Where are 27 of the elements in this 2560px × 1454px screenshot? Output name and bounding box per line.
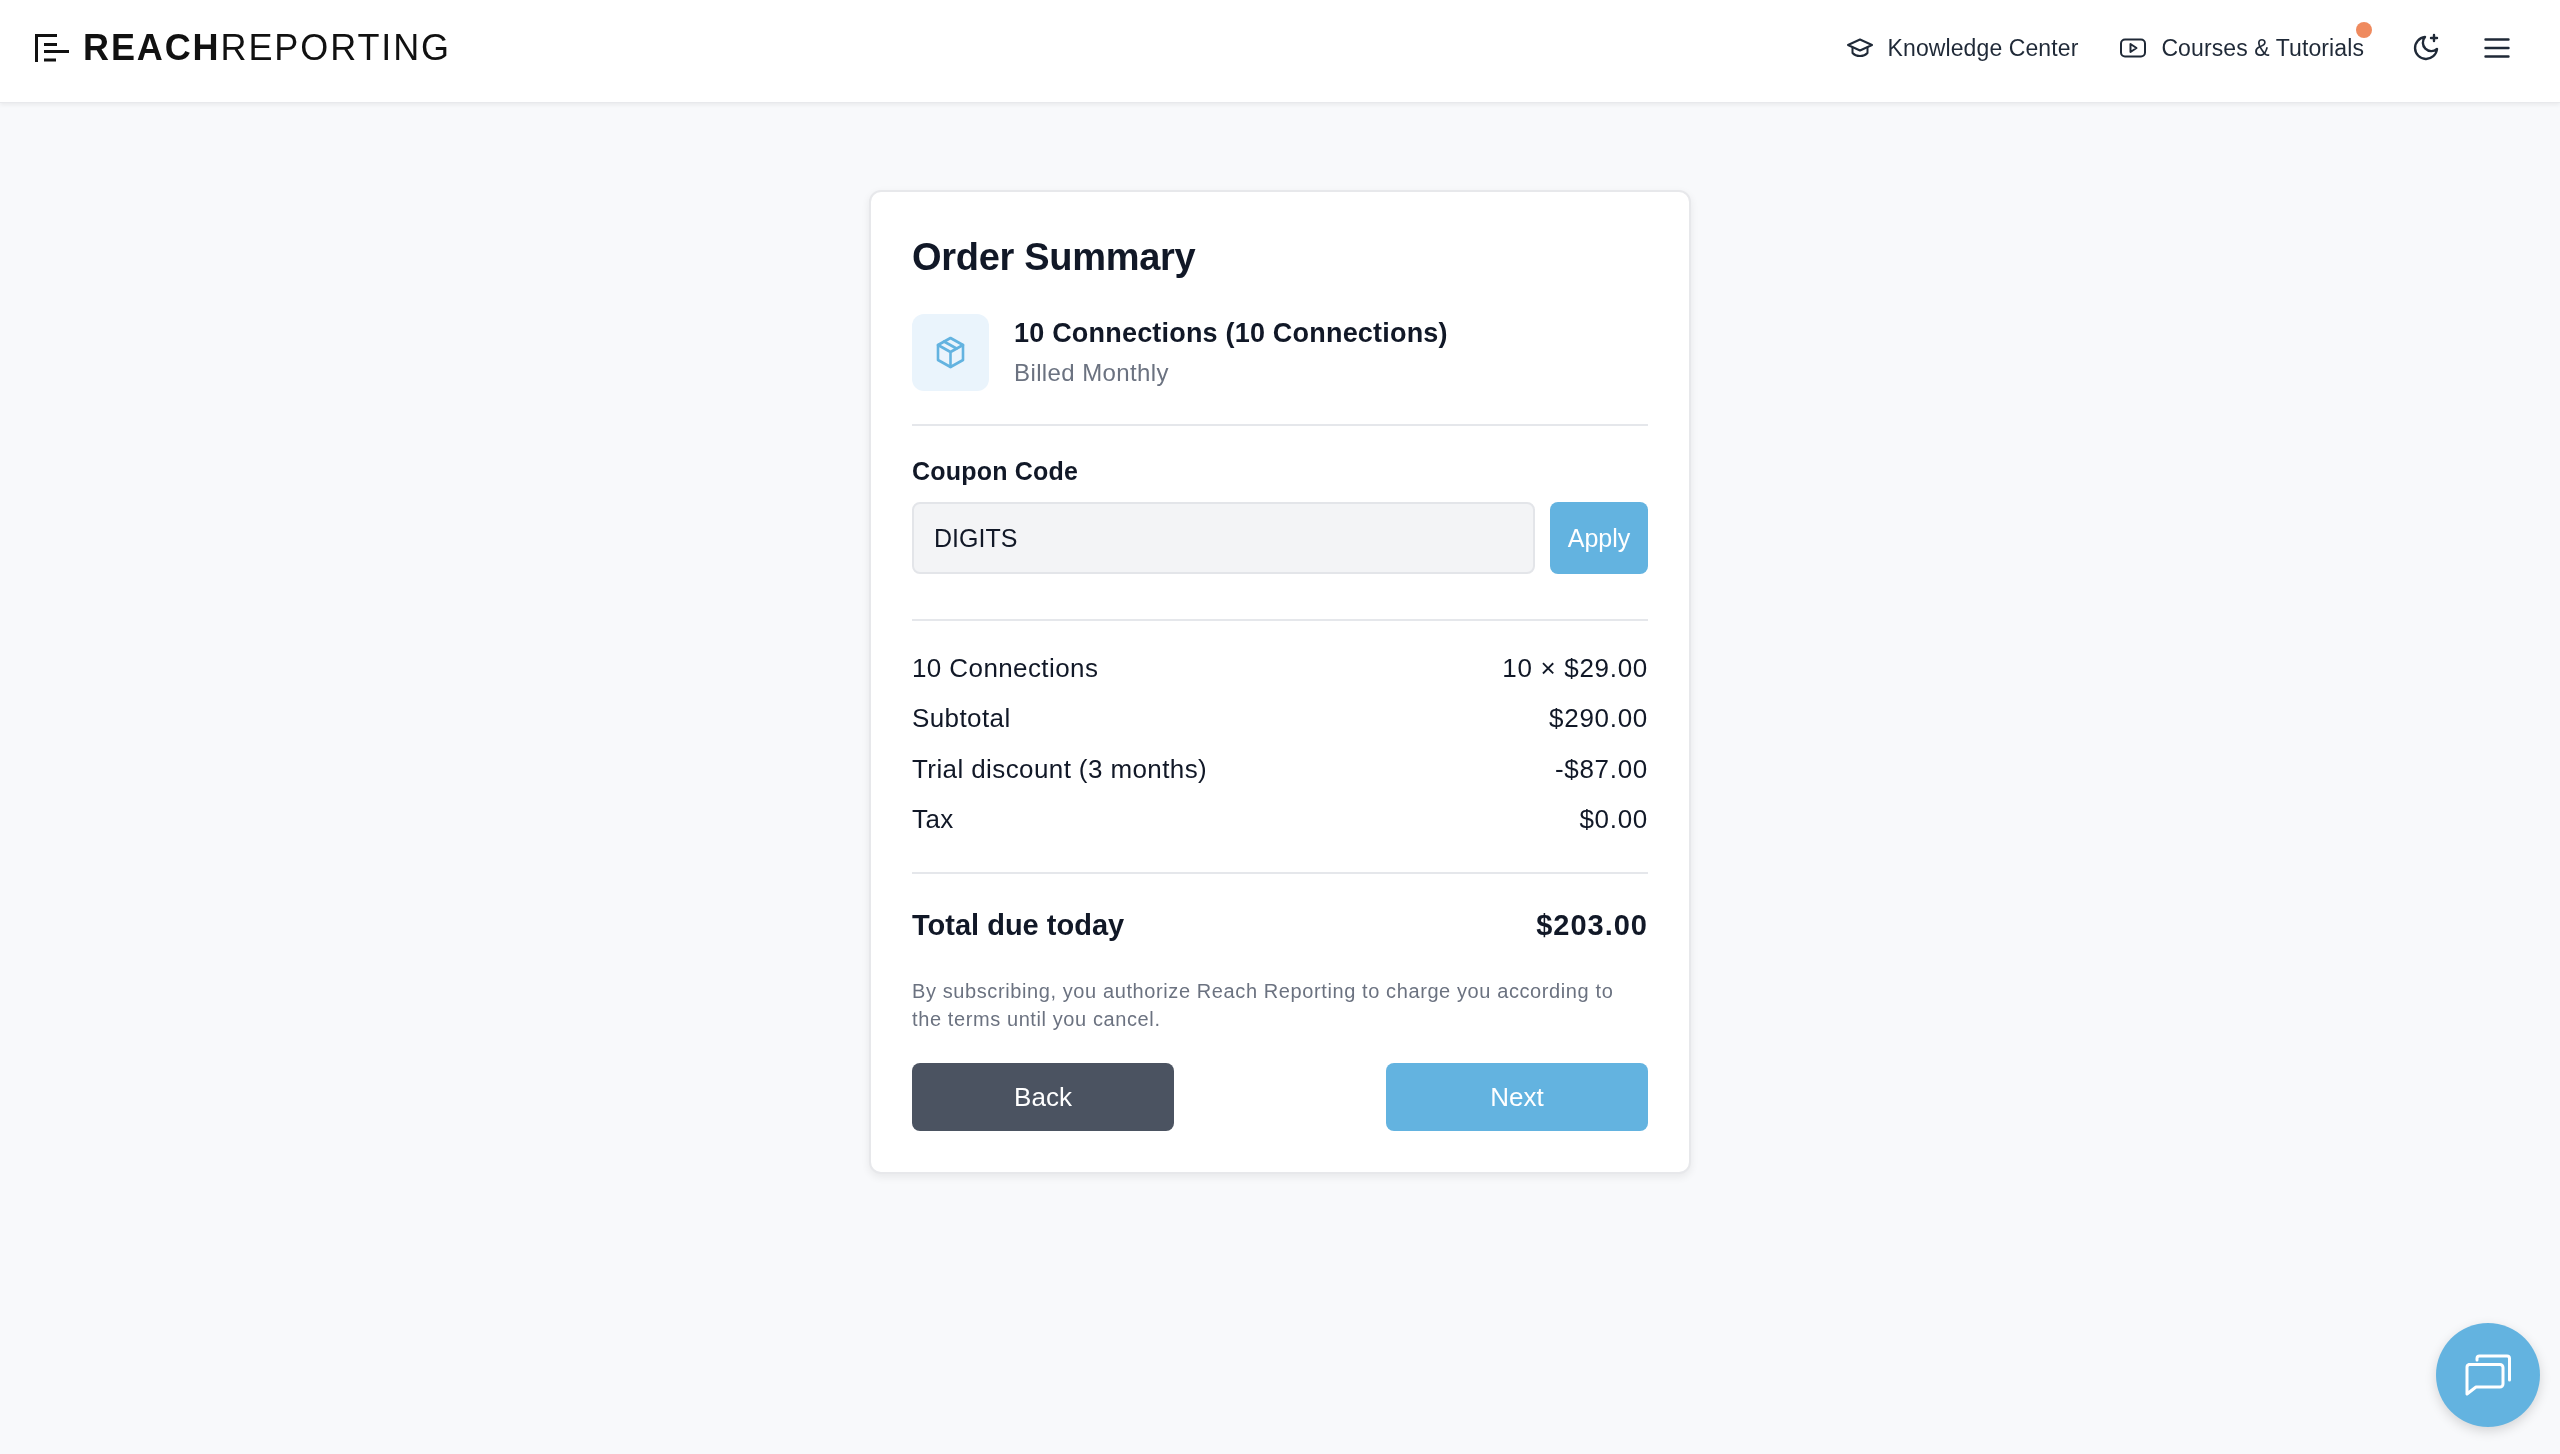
coupon-label: Coupon Code [912, 456, 1080, 486]
back-button[interactable]: Back [912, 1063, 1174, 1131]
card-title: Order Summary [912, 235, 1197, 280]
terms-notice: By subscribing, you authorize Reach Reporting to charge you according to the terms until you cancel. [912, 979, 1615, 1032]
logo-wordmark: REACHREPORTING [83, 30, 451, 66]
line-item-amount: $290.00 [1549, 703, 1648, 735]
nav-link[interactable]: Courses & Tutorials [2120, 34, 2364, 62]
line-item-label: Subtotal [912, 703, 1011, 735]
play-video-icon [2120, 38, 2147, 58]
line-item-label: 10 Connections [912, 652, 1099, 684]
nav-link[interactable]: Knowledge Center [1846, 34, 2079, 62]
total-amount: $203.00 [1536, 908, 1648, 942]
line-item-amount: $0.00 [1579, 804, 1648, 836]
chat-bubbles-icon [2464, 1354, 2512, 1396]
line-item-label: Tax [912, 804, 954, 836]
product-name: 10 Connections (10 Connections) [1014, 317, 1448, 350]
graduation-cap-icon [1846, 38, 1873, 58]
coupon-code-field[interactable]: DIGITS [912, 502, 1535, 574]
line-item-label: Trial discount (3 months) [912, 753, 1208, 785]
logo-icon [35, 34, 69, 62]
menu-button[interactable] [2484, 38, 2510, 58]
line-item-amount: -$87.00 [1554, 753, 1648, 785]
line-item-amount: 10 × $29.00 [1502, 652, 1648, 684]
package-icon [912, 314, 989, 391]
menu-icon [2484, 38, 2510, 58]
billing-period: Billed Monthly [1014, 358, 1170, 388]
total-label: Total due today [912, 908, 1125, 942]
